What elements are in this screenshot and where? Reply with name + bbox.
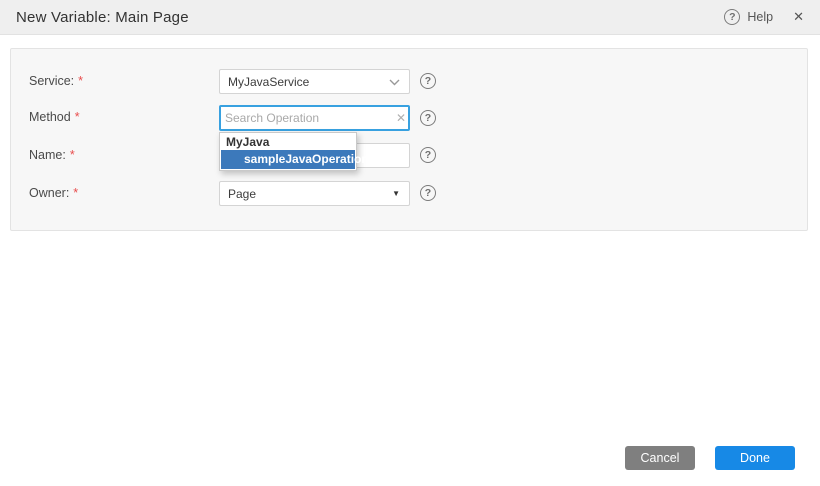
service-label: Service:* [29,69,83,94]
service-select[interactable]: MyJavaService [219,69,410,94]
help-icon[interactable]: ? [724,9,740,25]
new-variable-dialog: New Variable: Main Page ? Help ✕ Service… [0,0,820,486]
required-asterisk: * [73,186,78,200]
service-select-value: MyJavaService [228,75,309,89]
required-asterisk: * [75,110,80,124]
method-label: Method* [29,105,80,130]
cancel-button[interactable]: Cancel [625,446,695,470]
method-help-icon[interactable]: ? [420,110,436,126]
help-link[interactable]: Help [747,10,773,24]
form-panel: Service:* MyJavaService ? Method* ✕ ? Na… [10,48,808,231]
name-label: Name:* [29,143,75,168]
dialog-title: New Variable: Main Page [16,9,189,26]
dropdown-item-selected[interactable]: sampleJavaOperation [221,150,355,169]
owner-help-icon[interactable]: ? [420,185,436,201]
header-actions: ? Help ✕ [724,9,804,25]
required-asterisk: * [78,74,83,88]
chevron-down-icon [389,79,400,86]
owner-label: Owner:* [29,181,78,206]
clear-icon[interactable]: ✕ [396,105,406,131]
method-results-dropdown: MyJava sampleJavaOperation [219,132,357,171]
required-asterisk: * [70,148,75,162]
name-help-icon[interactable]: ? [420,147,436,163]
caret-down-icon: ▼ [392,189,400,198]
owner-select[interactable]: Page ▼ [219,181,410,206]
dialog-header: New Variable: Main Page ? Help ✕ [0,0,820,35]
done-button[interactable]: Done [715,446,795,470]
service-help-icon[interactable]: ? [420,73,436,89]
dropdown-group-header: MyJava [220,133,356,150]
owner-select-value: Page [228,187,256,201]
method-search-input[interactable] [219,105,410,131]
close-icon[interactable]: ✕ [793,9,804,25]
